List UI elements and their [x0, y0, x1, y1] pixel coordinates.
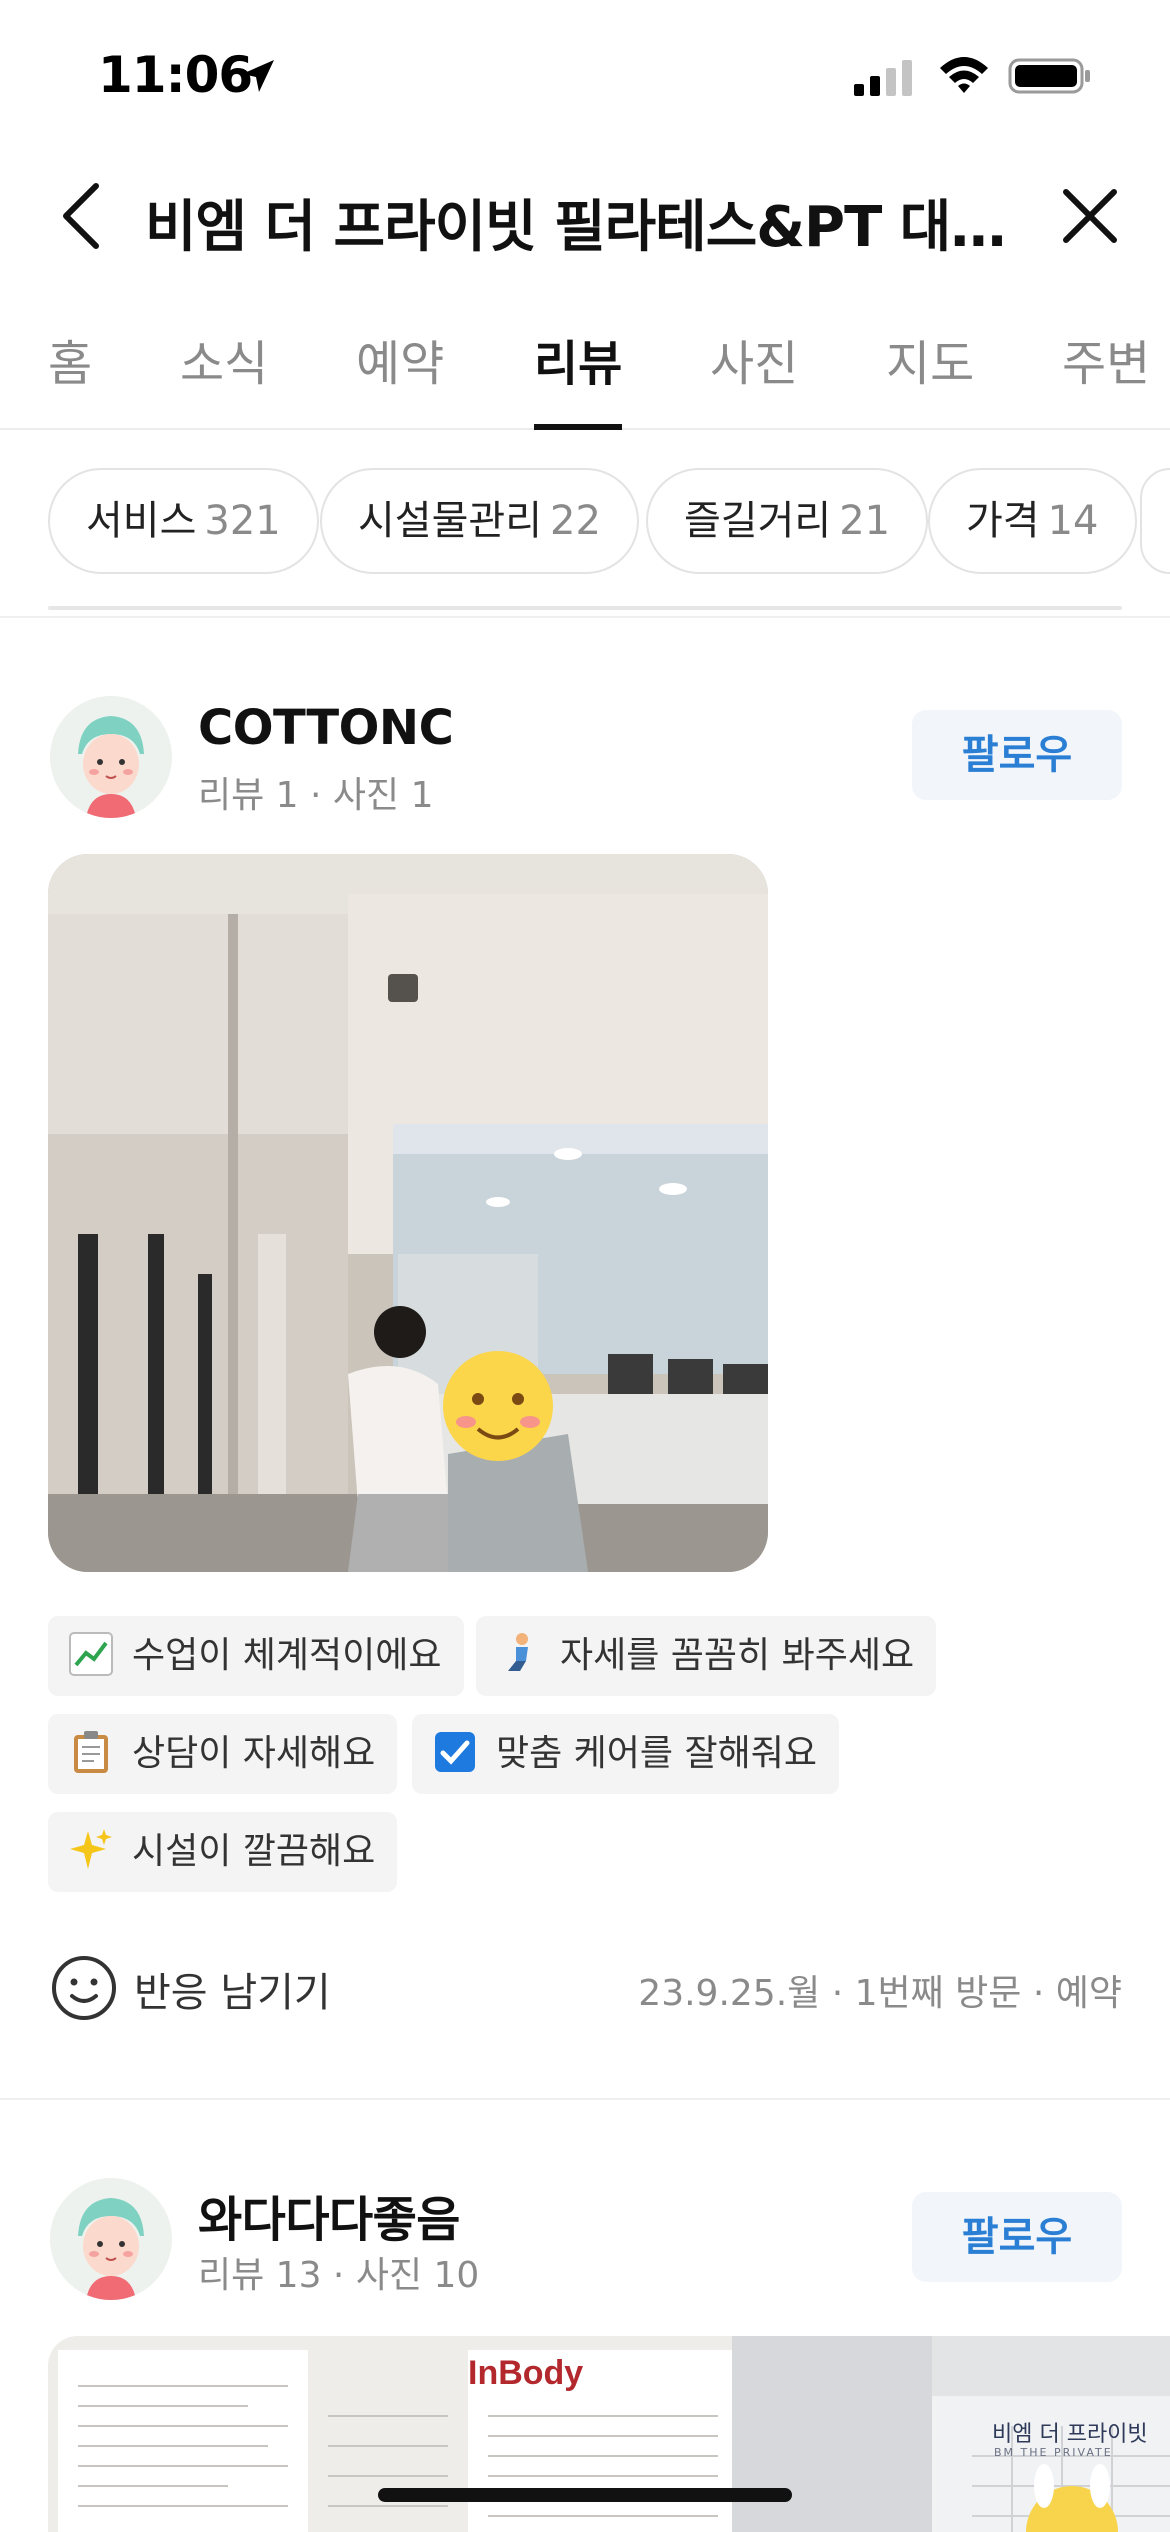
wifi-icon [940, 57, 988, 93]
tab-home[interactable]: 홈 [48, 324, 92, 394]
review-tag: 맞춤 케어를 잘해줘요 [412, 1714, 839, 1794]
keyword-filter-chips: 서비스 321 시설물관리 22 즐길거리 21 가격 14 [0, 468, 1170, 578]
review-photo[interactable] [48, 854, 768, 1572]
clipboard-icon [74, 1731, 108, 1773]
gym-sign-photo[interactable]: 비엠 더 프라이빗 BM THE PRIVATE [732, 2336, 1170, 2532]
chip-count: 14 [1047, 498, 1099, 544]
battery-icon [1008, 58, 1090, 94]
chart-increasing-icon [69, 1632, 113, 1676]
chip-price[interactable]: 가격 14 [928, 468, 1137, 574]
tab-photos[interactable]: 사진 [710, 324, 798, 394]
chip-count: 21 [839, 498, 891, 544]
section-divider [0, 616, 1170, 618]
status-bar: 11:06 [0, 0, 1170, 150]
page-title: 비엠 더 프라이빗 필라테스&PT 대전... [145, 195, 1025, 260]
follow-button[interactable]: 팔로우 [912, 710, 1122, 800]
inbody-report-photo[interactable]: InBody [48, 2336, 732, 2532]
chip-label: 서비스 [86, 498, 197, 544]
tab-nearby[interactable]: 주변 [1062, 324, 1150, 394]
chip-service[interactable]: 서비스 321 [48, 468, 319, 574]
tab-news[interactable]: 소식 [180, 324, 268, 394]
gym-interior-photo [48, 854, 768, 1572]
chip-count: 22 [550, 498, 601, 544]
review-photo-strip[interactable]: InBody 비엠 더 프라이빗 BM THE PRIVATE [48, 2336, 1170, 2532]
tab-reviews[interactable]: 리뷰 [534, 324, 622, 394]
review-tag: 시설이 깔끔해요 [48, 1812, 398, 1892]
avatar[interactable] [50, 2178, 172, 2300]
follow-button[interactable]: 팔로우 [912, 2192, 1122, 2282]
reviewer-name[interactable]: COTTONC [198, 700, 454, 756]
chevron-left-icon[interactable] [54, 180, 110, 252]
reviewer-stats: 리뷰 13 · 사진 10 [198, 2255, 480, 2296]
tab-map[interactable]: 지도 [886, 324, 974, 394]
gym-sign-subtext: BM THE PRIVATE [994, 2446, 1113, 2459]
chip-count: 321 [204, 498, 281, 544]
chip-more-partial[interactable] [1140, 468, 1170, 574]
tag-label: 상담이 자세해요 [132, 1733, 376, 1774]
avatar-character-icon [50, 696, 172, 818]
inbody-logo: InBody [468, 2354, 584, 2392]
review-tag: 상담이 자세해요 [48, 1714, 398, 1794]
sparkles-icon [70, 1829, 112, 1869]
active-tab-indicator [534, 424, 622, 430]
chip-activities[interactable]: 즐길거리 21 [646, 468, 929, 574]
reviewer-name[interactable]: 와다다다좋음 [198, 2180, 460, 2250]
visit-info: 23.9.25.월 · 1번째 방문 · 예약 [638, 1973, 1122, 2014]
tag-label: 수업이 체계적이에요 [132, 1635, 442, 1676]
tab-booking[interactable]: 예약 [356, 324, 444, 394]
section-tabs: 홈 소식 예약 리뷰 사진 지도 주변 [0, 300, 1170, 430]
tag-label: 자세를 꼼꼼히 봐주세요 [560, 1635, 915, 1676]
avatar-character-icon [50, 2178, 172, 2300]
reviewer-stats: 리뷰 1 · 사진 1 [198, 775, 434, 816]
card-divider [0, 2098, 1170, 2100]
review-tag: 수업이 체계적이에요 [48, 1616, 464, 1696]
chip-label: 즐길거리 [684, 498, 832, 544]
check-box-icon [435, 1732, 475, 1772]
leave-reaction-button[interactable]: 반응 남기기 [134, 1960, 331, 2018]
chip-label: 가격 [966, 498, 1040, 544]
status-time: 11:06 [98, 46, 253, 104]
report-document-graphic [48, 2336, 732, 2532]
chip-label: 시설물관리 [358, 498, 542, 544]
location-arrow-icon [242, 60, 274, 92]
kneeling-person-icon [508, 1633, 528, 1671]
home-indicator[interactable] [378, 2488, 792, 2502]
cellular-signal-icon [854, 60, 912, 96]
chips-scrollbar[interactable] [48, 606, 1122, 610]
smiley-face-icon[interactable] [50, 1954, 118, 2022]
gym-sign-text: 비엠 더 프라이빗 [992, 2422, 1148, 2447]
review-tag: 자세를 꼼꼼히 봐주세요 [476, 1616, 937, 1696]
top-header: 비엠 더 프라이빗 필라테스&PT 대전... [0, 150, 1170, 280]
tag-label: 시설이 깔끔해요 [132, 1831, 376, 1872]
close-icon[interactable] [1058, 184, 1122, 248]
chip-facility[interactable]: 시설물관리 22 [320, 468, 639, 574]
avatar[interactable] [50, 696, 172, 818]
tag-label: 맞춤 케어를 잘해줘요 [496, 1733, 817, 1774]
